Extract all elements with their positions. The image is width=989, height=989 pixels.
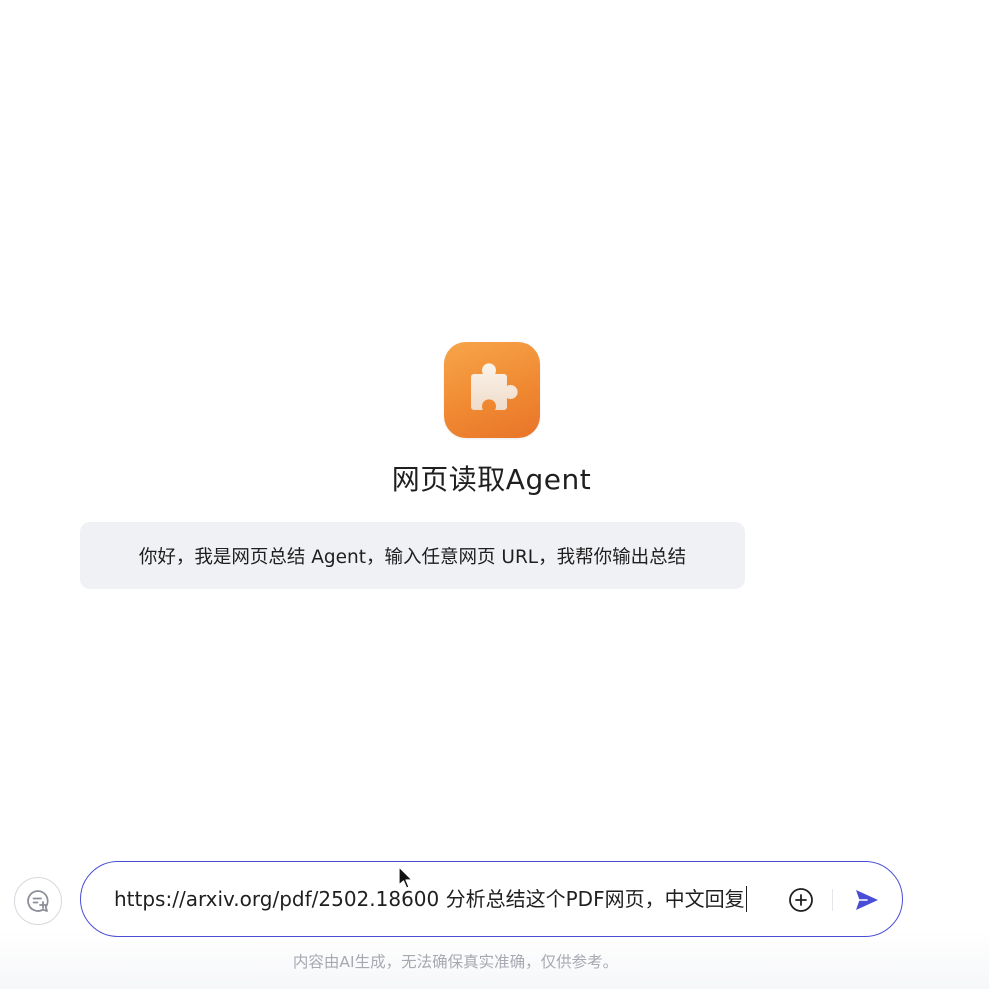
attach-button[interactable]: [787, 886, 815, 914]
text-caret: [745, 886, 748, 912]
message-input-text: https://arxiv.org/pdf/2502.18600 分析总结这个P…: [114, 887, 745, 911]
agent-avatar: [444, 342, 540, 438]
message-composer: https://arxiv.org/pdf/2502.18600 分析总结这个P…: [80, 861, 903, 937]
send-button[interactable]: [851, 884, 883, 916]
chat-page: 网页读取Agent 你好，我是网页总结 Agent，输入任意网页 URL，我帮你…: [0, 0, 989, 989]
greeting-text: 你好，我是网页总结 Agent，输入任意网页 URL，我帮你输出总结: [138, 546, 687, 568]
puzzle-piece-icon: [471, 363, 518, 410]
greeting-message: 你好，我是网页总结 Agent，输入任意网页 URL，我帮你输出总结: [80, 522, 745, 589]
mouse-cursor-icon: [398, 866, 413, 889]
new-chat-icon: [27, 890, 49, 912]
composer-divider: [832, 889, 833, 911]
plus-circle-icon: [789, 888, 813, 912]
ai-disclaimer: 内容由AI生成，无法确保真实准确，仅供参考。: [292, 953, 619, 971]
message-input[interactable]: https://arxiv.org/pdf/2502.18600 分析总结这个P…: [114, 884, 748, 914]
agent-title: 网页读取Agent: [391, 463, 592, 496]
send-icon: [856, 890, 878, 910]
new-chat-button[interactable]: [14, 877, 62, 925]
